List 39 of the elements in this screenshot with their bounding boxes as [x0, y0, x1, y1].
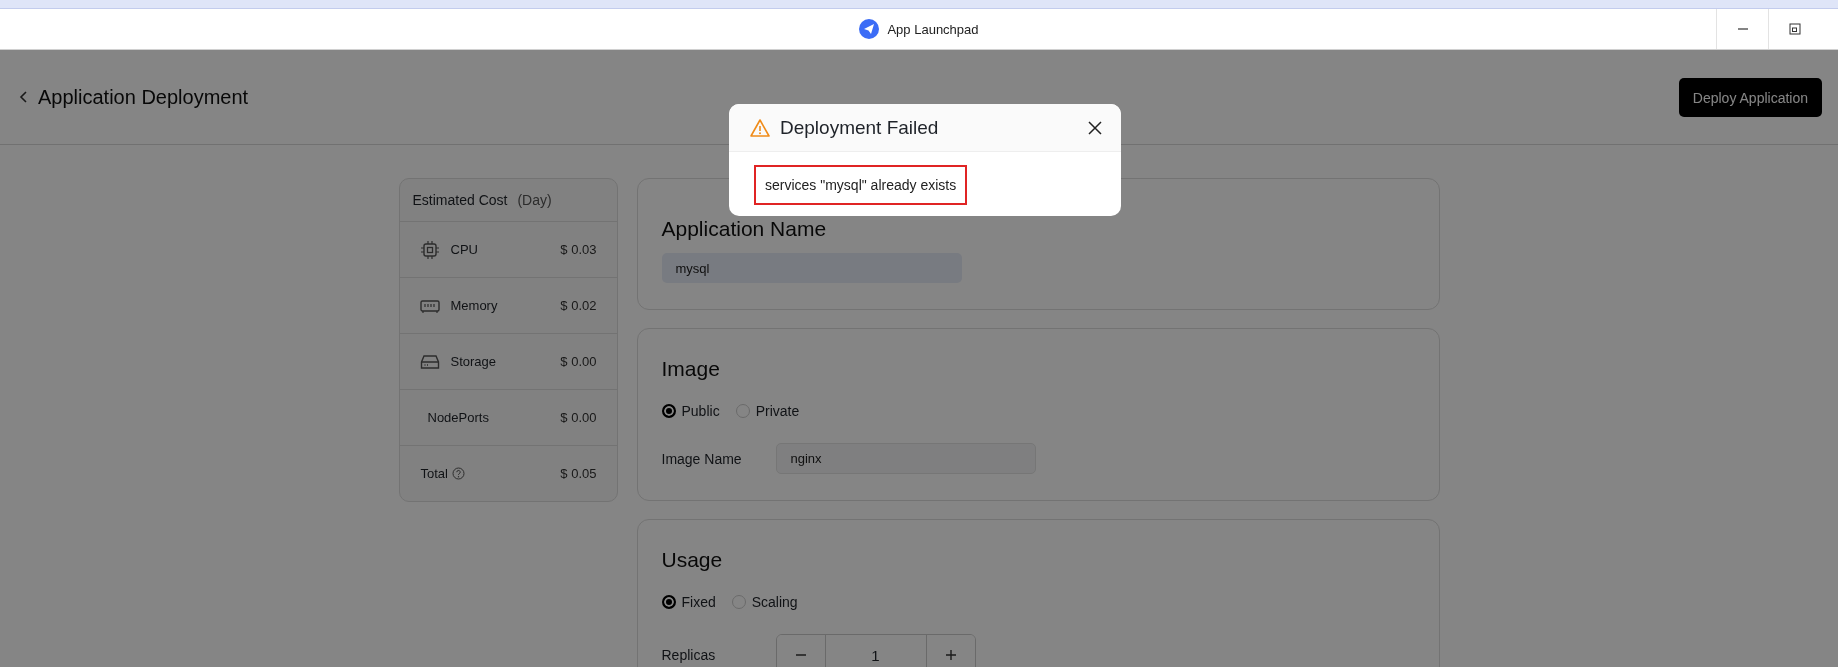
- dialog-title: Deployment Failed: [780, 116, 939, 139]
- card-title: Estimated Cost: [412, 192, 508, 208]
- help-icon: [451, 467, 465, 480]
- replicas-stepper[interactable]: 1: [775, 634, 976, 667]
- cost-value: $ 0.03: [560, 242, 597, 257]
- radio-button[interactable]: [661, 404, 676, 418]
- cost-label: Memory: [450, 298, 498, 313]
- section-title: Application Name: [661, 217, 828, 241]
- deploy-button[interactable]: Deploy Application: [1678, 78, 1822, 117]
- cost-value: $ 0.00: [560, 354, 597, 369]
- radio-label: Private: [755, 403, 800, 419]
- radio-label: Scaling: [751, 594, 798, 610]
- input-field[interactable]: nginx: [775, 443, 1036, 474]
- cost-value: $ 0.05: [560, 466, 597, 481]
- section-title: Usage: [661, 548, 724, 572]
- close-icon: [1087, 119, 1103, 136]
- cost-value: $ 0.02: [560, 298, 597, 313]
- input-field[interactable]: mysql: [661, 253, 962, 283]
- replicas-value: 1: [824, 635, 927, 667]
- plus-icon: [944, 649, 957, 661]
- radio-label: Public: [681, 403, 720, 419]
- cost-label: NodePorts: [427, 410, 489, 425]
- cost-value: $ 0.00: [560, 410, 597, 425]
- field-label: Image Name: [661, 450, 743, 467]
- total-label: Total: [420, 466, 448, 481]
- period-label: (Day): [517, 192, 552, 208]
- rocket-logo-icon: [859, 19, 880, 39]
- page-title: Application Deployment: [38, 85, 249, 109]
- window-title: App Launchpad: [887, 21, 979, 37]
- radio-button[interactable]: [661, 595, 676, 609]
- section-title: Image: [661, 357, 721, 381]
- cost-label: Storage: [450, 354, 497, 369]
- cost-label: CPU: [450, 242, 478, 257]
- error-message: services "mysql" already exists: [754, 165, 968, 205]
- warning-icon: [750, 117, 770, 138]
- restore-icon: [1788, 23, 1801, 35]
- field-label: Replicas: [661, 647, 717, 663]
- cpu-icon: [419, 239, 440, 260]
- radio-label: Fixed: [681, 594, 716, 610]
